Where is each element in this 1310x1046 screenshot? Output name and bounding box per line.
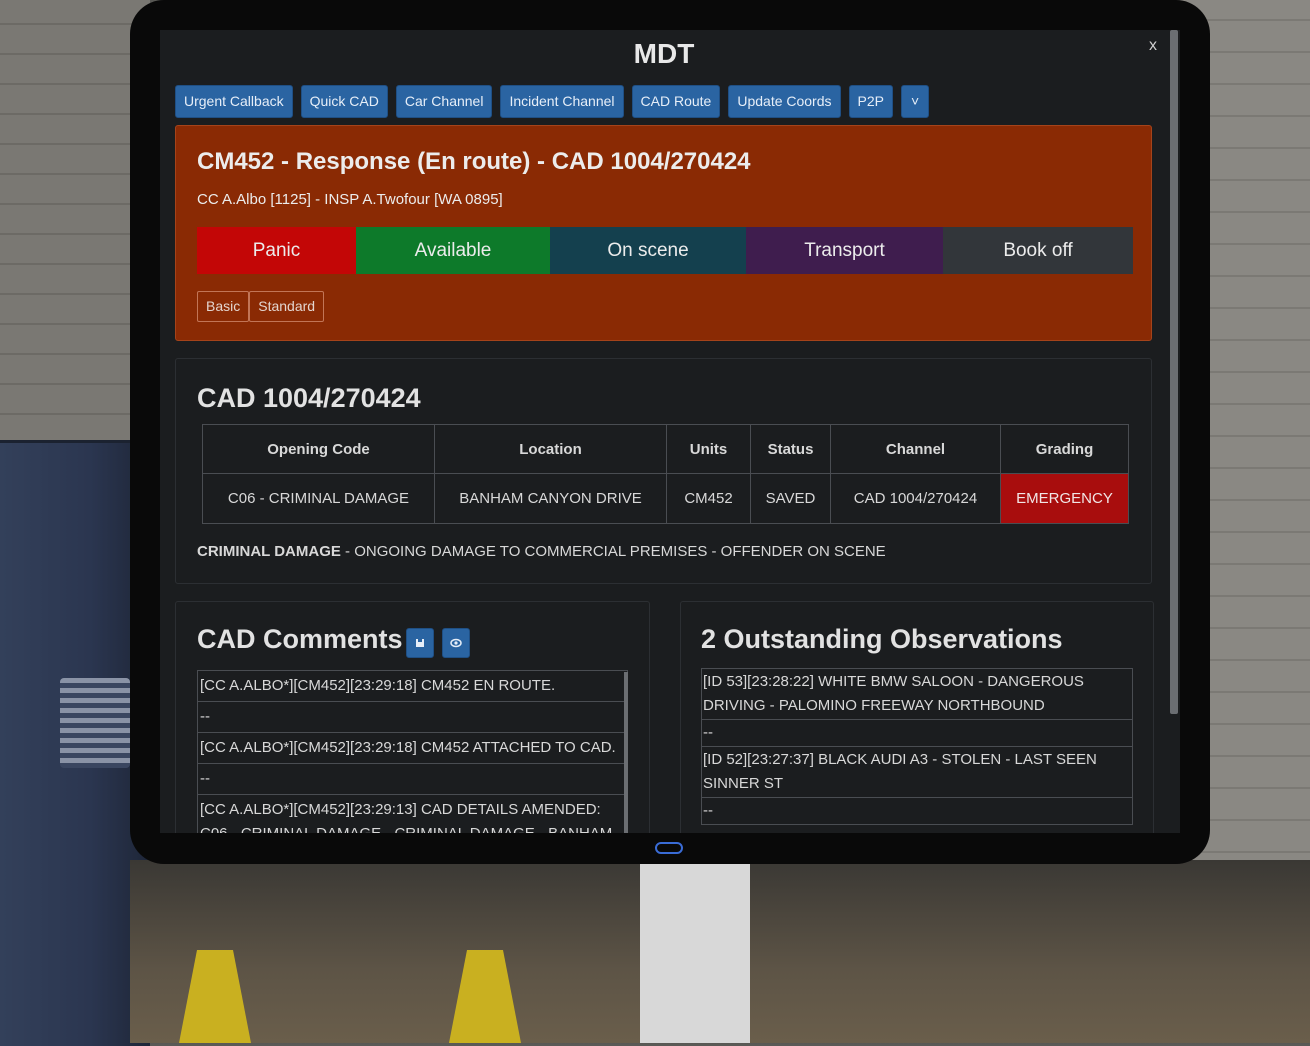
list-item: -- (197, 702, 628, 733)
tablet-home-button[interactable] (655, 842, 683, 854)
mdt-title: MDT (633, 38, 695, 69)
urgent-callback-button[interactable]: Urgent Callback (175, 85, 293, 118)
column-header: Location (434, 424, 667, 474)
cad-comments-card: CAD Comments [CC A.ALBO*][CM452][23:29:1… (175, 601, 650, 833)
cad-table: Opening Code Location Units Status Chann… (202, 424, 1129, 524)
observations-title: 2 Outstanding Observations (701, 624, 1063, 654)
location-cell: BANHAM CANYON DRIVE (434, 473, 667, 524)
list-item: [CC A.ALBO*][CM452][23:29:18] CM452 ATTA… (197, 733, 628, 764)
transport-button[interactable]: Transport (746, 227, 943, 274)
incident-channel-button[interactable]: Incident Channel (500, 85, 624, 118)
comments-scrollbar[interactable] (624, 672, 628, 833)
cad-details-card: CAD 1004/270424 Opening Code Location Un… (175, 358, 1152, 584)
table-header-row: Opening Code Location Units Status Chann… (202, 424, 1129, 474)
toolbar: Urgent Callback Quick CAD Car Channel In… (175, 85, 930, 118)
table-row: C06 - CRIMINAL DAMAGE BANHAM CANYON DRIV… (202, 473, 1129, 524)
cad-title: CAD 1004/270424 (197, 383, 421, 413)
unit-status-title: CM452 - Response (En route) - CAD 1004/2… (197, 148, 751, 175)
eye-icon (450, 638, 462, 648)
cad-description: CRIMINAL DAMAGE - ONGOING DAMAGE TO COMM… (197, 543, 886, 560)
view-comments-button[interactable] (442, 628, 470, 658)
unit-crew: CC A.Albo [1125] - INSP A.Twofour [WA 08… (197, 191, 503, 208)
units-cell: CM452 (666, 473, 751, 524)
update-coords-button[interactable]: Update Coords (728, 85, 841, 118)
chevron-down-icon: ˅ (910, 93, 920, 109)
basic-mode-button[interactable]: Basic (197, 291, 250, 322)
observations-list: [ID 53][23:28:22] WHITE BMW SALOON - DAN… (701, 668, 1133, 825)
cad-comments-title: CAD Comments (197, 624, 403, 654)
list-item: -- (701, 720, 1133, 747)
standard-mode-button[interactable]: Standard (249, 291, 325, 322)
comments-list: [CC A.ALBO*][CM452][23:29:18] CM452 EN R… (197, 670, 628, 833)
on-scene-button[interactable]: On scene (550, 227, 746, 274)
unit-status-card: CM452 - Response (En route) - CAD 1004/2… (175, 125, 1152, 341)
list-item: -- (197, 764, 628, 795)
available-button[interactable]: Available (356, 227, 550, 274)
observations-card: 2 Outstanding Observations [ID 53][23:28… (680, 601, 1154, 833)
list-item: [ID 52][23:27:37] BLACK AUDI A3 - STOLEN… (701, 747, 1133, 798)
save-icon (416, 639, 424, 647)
mdt-scrollbar[interactable] (1168, 30, 1180, 833)
grading-cell: EMERGENCY (1000, 473, 1129, 524)
mdt-scroll-thumb[interactable] (1170, 30, 1178, 714)
column-header: Channel (830, 424, 1001, 474)
cad-description-type: CRIMINAL DAMAGE (197, 543, 341, 560)
close-button[interactable]: x (1149, 37, 1157, 55)
opening-code-cell: C06 - CRIMINAL DAMAGE (202, 473, 435, 524)
locker-vent (60, 678, 130, 768)
car-channel-button[interactable]: Car Channel (395, 85, 493, 118)
quick-cad-button[interactable]: Quick CAD (300, 85, 388, 118)
status-button-group: Panic Available On scene Transport Book … (197, 227, 1133, 274)
panic-button[interactable]: Panic (197, 227, 356, 274)
list-item: [ID 53][23:28:22] WHITE BMW SALOON - DAN… (701, 668, 1133, 720)
column-header: Opening Code (202, 424, 435, 474)
p2p-button[interactable]: P2P (848, 85, 893, 118)
mode-button-group: Basic Standard (197, 291, 325, 322)
list-item: [CC A.ALBO*][CM452][23:29:13] CAD DETAIL… (197, 795, 628, 833)
column-header: Units (666, 424, 751, 474)
more-dropdown-button[interactable]: ˅ (900, 85, 930, 118)
background-locker (0, 440, 150, 1046)
save-comment-button[interactable] (406, 628, 434, 658)
channel-cell: CAD 1004/270424 (830, 473, 1001, 524)
mdt-screen: MDT x Urgent Callback Quick CAD Car Chan… (160, 30, 1180, 833)
column-header: Grading (1000, 424, 1129, 474)
list-item: [CC A.ALBO*][CM452][23:29:18] CM452 EN R… (197, 670, 628, 702)
column-header: Status (750, 424, 831, 474)
cad-route-button[interactable]: CAD Route (631, 85, 721, 118)
list-item: -- (701, 798, 1133, 825)
status-cell: SAVED (750, 473, 831, 524)
background-machine (640, 860, 750, 1043)
book-off-button[interactable]: Book off (943, 227, 1133, 274)
cad-description-text: - ONGOING DAMAGE TO COMMERCIAL PREMISES … (340, 543, 886, 560)
